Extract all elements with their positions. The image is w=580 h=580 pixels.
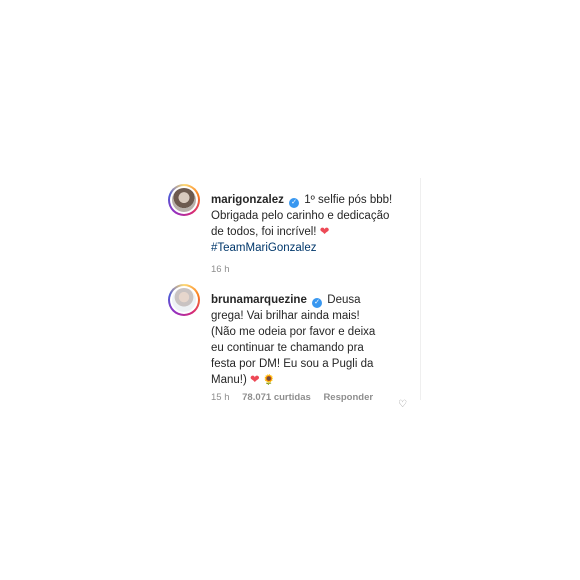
timestamp[interactable]: 16 h xyxy=(211,264,230,275)
reply-line: (Não me odeia por favor e deixa xyxy=(211,326,376,338)
reply-line: festa por DM! Eu sou a Pugli da xyxy=(211,358,374,370)
reply-line: Manu!) xyxy=(211,374,247,386)
username-link[interactable]: brunamarquezine xyxy=(211,294,307,306)
caption-line: Obrigada pelo carinho e dedicação xyxy=(211,210,390,222)
reply-line: Deusa xyxy=(327,294,361,306)
reply-line: eu continuar te chamando pra xyxy=(211,342,364,354)
caption-line: 1º selfie pós bbb! xyxy=(304,194,393,206)
heart-emoji-icon: ❤ xyxy=(250,374,260,386)
caption-line: de todos, foi incrível! xyxy=(211,226,317,238)
avatar[interactable] xyxy=(168,184,200,216)
verified-badge-icon: ✓ xyxy=(289,198,300,208)
reply-meta: 15 h 78.071 curtidas Responder xyxy=(211,392,383,403)
profile-photo-icon xyxy=(172,188,196,212)
profile-photo-icon xyxy=(172,288,196,312)
heart-emoji-icon: ❤ xyxy=(319,226,330,238)
reply-button[interactable]: Responder xyxy=(323,392,373,403)
timestamp[interactable]: 15 h xyxy=(211,392,230,403)
username-link[interactable]: marigonzalez xyxy=(211,194,284,206)
hashtag-link[interactable]: #TeamMariGonzalez xyxy=(211,242,316,254)
likes-count[interactable]: 78.071 curtidas xyxy=(242,392,311,403)
avatar[interactable] xyxy=(168,284,200,316)
caption-text: marigonzalez ✓ 1º selfie pós bbb! Obriga… xyxy=(211,192,401,256)
reply-text: brunamarquezine ✓ Deusa grega! Vai brilh… xyxy=(211,292,401,389)
like-heart-icon[interactable]: ♡ xyxy=(398,400,407,410)
verified-badge-icon: ✓ xyxy=(312,298,323,308)
comments-panel: marigonzalez ✓ 1º selfie pós bbb! Obriga… xyxy=(158,178,421,410)
reply-line: grega! Vai brilhar ainda mais! xyxy=(211,310,360,322)
sunflower-emoji-icon: 🌻 xyxy=(262,375,276,386)
caption-meta: 16 h xyxy=(211,264,240,275)
